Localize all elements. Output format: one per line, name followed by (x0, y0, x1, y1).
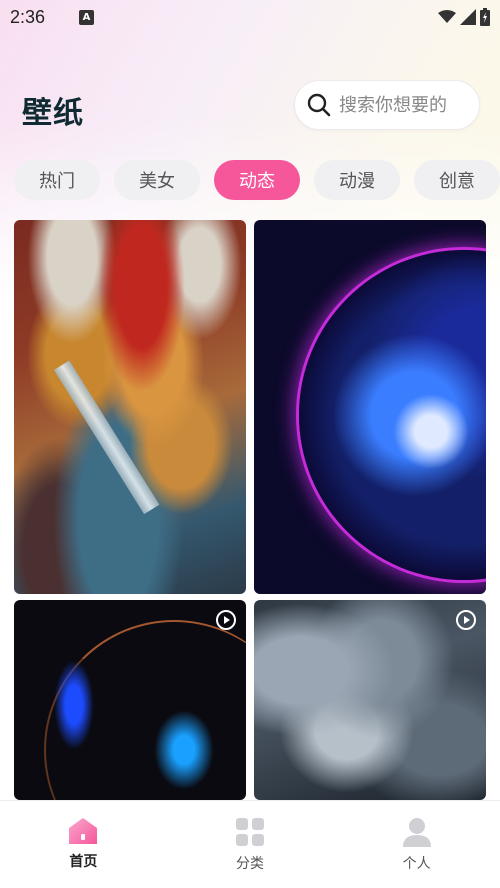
search-bar[interactable] (294, 80, 480, 130)
glow-detail (54, 660, 94, 750)
glowing-planet-wallpaper[interactable] (254, 220, 486, 594)
nav-home-label: 首页 (69, 854, 98, 870)
notification-a-icon: A (79, 9, 95, 25)
dragon-art-wallpaper[interactable] (14, 220, 246, 594)
nav-profile-label: 个人 (402, 856, 431, 872)
search-icon (307, 93, 331, 117)
dark-abstract-wallpaper[interactable] (14, 600, 246, 800)
clouds-wallpaper[interactable] (254, 600, 486, 800)
grid-icon (236, 818, 264, 846)
nav-home[interactable]: 首页 (0, 801, 167, 888)
glow-detail (154, 710, 214, 790)
nav-profile[interactable]: 个人 (333, 801, 500, 888)
bottom-nav: 首页 分类 个人 (0, 800, 500, 888)
tab-dynamic[interactable]: 动态 (214, 160, 300, 200)
page-title: 壁纸 (22, 96, 84, 131)
battery-icon (480, 8, 490, 26)
nav-category[interactable]: 分类 (167, 801, 334, 888)
planet-detail (299, 250, 486, 580)
category-tabs: 热门 美女 动态 动漫 创意 (14, 160, 500, 200)
signal-icon (460, 9, 476, 25)
play-icon[interactable] (216, 610, 236, 630)
tab-creative[interactable]: 创意 (414, 160, 500, 200)
home-icon (69, 818, 98, 844)
tab-hot[interactable]: 热门 (14, 160, 100, 200)
header: 壁纸 (0, 76, 500, 136)
nav-category-label: 分类 (236, 856, 264, 872)
tab-anime[interactable]: 动漫 (314, 160, 400, 200)
sword-detail (54, 360, 160, 515)
wifi-icon (438, 10, 456, 23)
search-input[interactable] (339, 94, 469, 116)
status-time: 2:36 (10, 6, 46, 27)
play-icon[interactable] (456, 610, 476, 630)
status-bar: 2:36 A (0, 0, 500, 34)
status-icons (438, 8, 490, 26)
tab-beauty[interactable]: 美女 (114, 160, 200, 200)
user-icon (402, 818, 431, 847)
